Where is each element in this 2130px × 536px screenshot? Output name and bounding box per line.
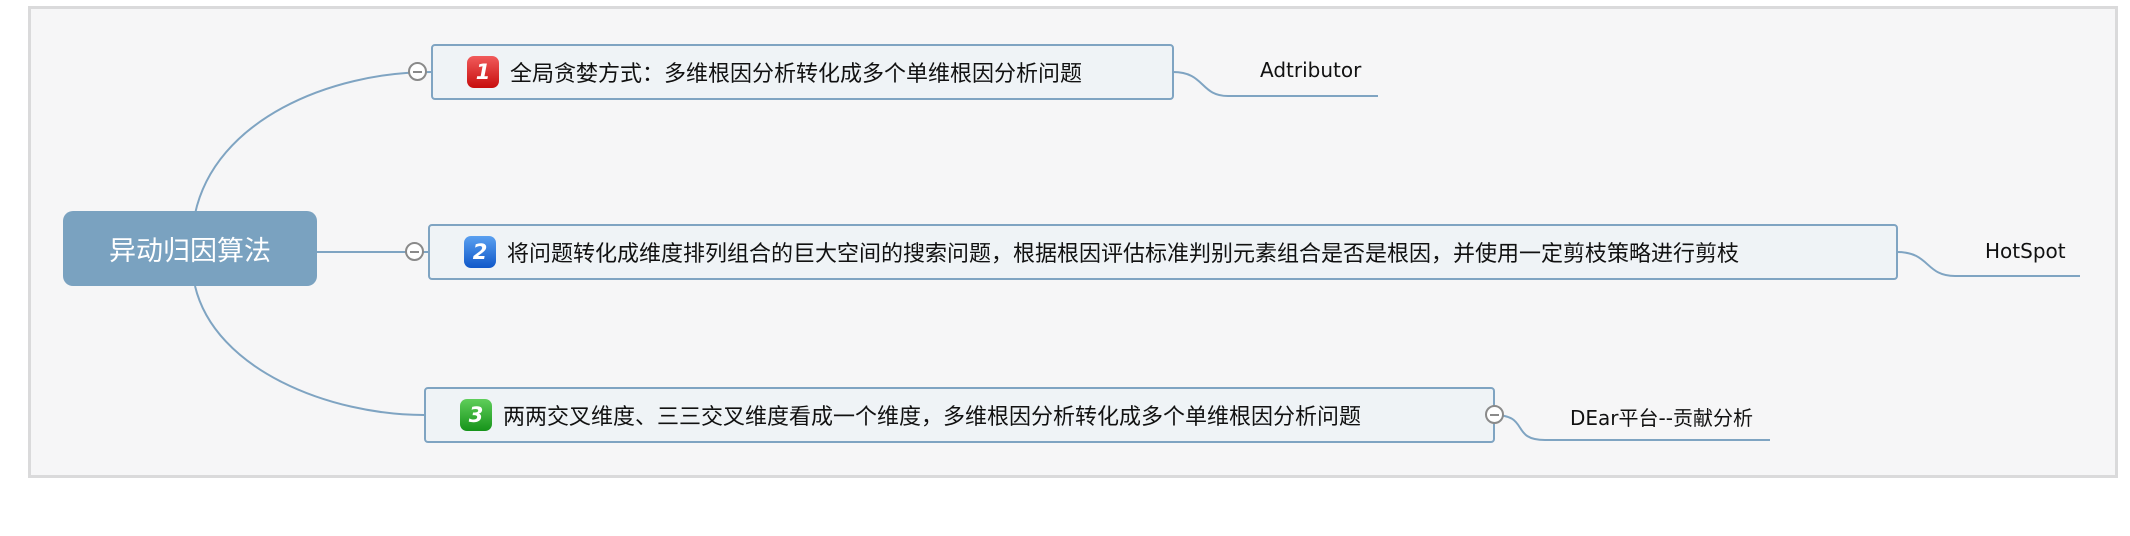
priority-2-icon: 2 [464, 236, 496, 268]
priority-1-icon: 1 [467, 56, 499, 88]
collapse-icon[interactable] [1485, 405, 1504, 424]
root-topic-label: 异动归因算法 [109, 236, 271, 267]
collapse-icon[interactable] [405, 242, 424, 261]
topic-2-label: 将问题转化成维度排列组合的巨大空间的搜索问题，根据根因评估标准判别元素组合是否是… [507, 242, 1740, 267]
subtopic-3-label: DEar平台--贡献分析 [1570, 406, 1753, 430]
topic-1[interactable]: 1 全局贪婪方式：多维根因分析转化成多个单维根因分析问题 [431, 44, 1174, 100]
priority-3-icon: 3 [460, 399, 492, 431]
root-topic[interactable]: 异动归因算法 [63, 211, 317, 286]
subtopic-1[interactable]: Adtributor [1260, 58, 1361, 82]
topic-1-label: 全局贪婪方式：多维根因分析转化成多个单维根因分析问题 [510, 62, 1083, 87]
subtopic-3[interactable]: DEar平台--贡献分析 [1570, 402, 1753, 431]
subtopic-2[interactable]: HotSpot [1985, 239, 2066, 263]
topic-3[interactable]: 3 两两交叉维度、三三交叉维度看成一个维度，多维根因分析转化成多个单维根因分析问… [424, 387, 1495, 443]
subtopic-2-label: HotSpot [1985, 239, 2066, 263]
subtopic-1-label: Adtributor [1260, 58, 1362, 82]
topic-3-label: 两两交叉维度、三三交叉维度看成一个维度，多维根因分析转化成多个单维根因分析问题 [503, 405, 1362, 430]
topic-2[interactable]: 2 将问题转化成维度排列组合的巨大空间的搜索问题，根据根因评估标准判别元素组合是… [428, 224, 1898, 280]
collapse-icon[interactable] [408, 62, 427, 81]
